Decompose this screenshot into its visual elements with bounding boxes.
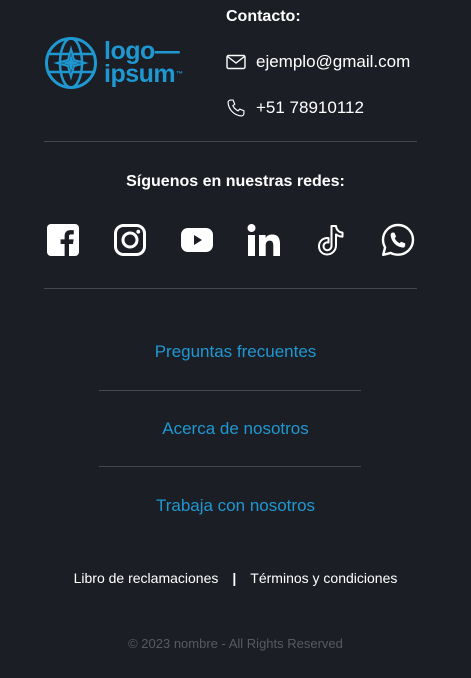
whatsapp-icon[interactable] xyxy=(379,220,417,260)
mail-icon xyxy=(226,54,246,70)
instagram-icon[interactable] xyxy=(111,220,149,260)
link-divider xyxy=(99,390,361,391)
jobs-link[interactable]: Trabaja con nosotros xyxy=(0,496,471,516)
divider xyxy=(44,288,417,289)
social-icons xyxy=(44,220,417,260)
legal-links: Libro de reclamaciones | Términos y cond… xyxy=(0,570,471,586)
contact-title: Contacto: xyxy=(226,8,301,25)
link-divider xyxy=(99,466,361,467)
logo-wordmark: logo— ipsum™ xyxy=(104,39,183,88)
linkedin-icon[interactable] xyxy=(245,220,283,260)
about-link[interactable]: Acerca de nosotros xyxy=(0,419,471,439)
legal-separator: | xyxy=(232,570,237,586)
youtube-icon[interactable] xyxy=(178,220,216,260)
tiktok-icon[interactable] xyxy=(312,220,350,260)
contact-email[interactable]: ejemplo@gmail.com xyxy=(226,52,410,72)
contact-phone[interactable]: +51 78910112 xyxy=(226,98,364,118)
divider xyxy=(44,141,417,142)
logo-trademark: ™ xyxy=(176,71,183,78)
terms-link[interactable]: Términos y condiciones xyxy=(250,570,397,586)
phone-icon xyxy=(227,99,245,117)
globe-logo-icon xyxy=(45,37,97,89)
brand-logo[interactable]: logo— ipsum™ xyxy=(44,37,184,89)
contact-email-text[interactable]: ejemplo@gmail.com xyxy=(256,52,410,72)
copyright-text: © 2023 nombre - All Rights Reserved xyxy=(128,636,343,651)
logo-line-2: ipsum xyxy=(104,60,176,88)
complaints-book-link[interactable]: Libro de reclamaciones xyxy=(74,570,219,586)
facebook-icon[interactable] xyxy=(44,220,82,260)
faq-link[interactable]: Preguntas frecuentes xyxy=(0,342,471,362)
contact-phone-text[interactable]: +51 78910112 xyxy=(256,98,364,118)
social-title: Síguenos en nuestras redes: xyxy=(126,173,345,190)
